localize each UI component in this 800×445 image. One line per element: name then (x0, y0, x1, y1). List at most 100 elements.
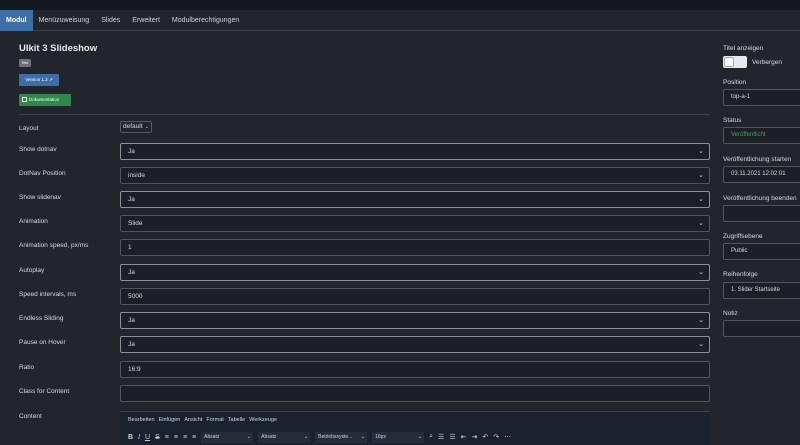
menu-ansicht[interactable]: Ansicht (184, 417, 202, 423)
underline-icon[interactable]: U (145, 434, 150, 441)
menu-werkzeuge[interactable]: Werkzeuge (249, 417, 277, 423)
dotnav-position-value: inside (128, 172, 145, 179)
block-format-dropdown[interactable]: Absatz ⌄ (201, 431, 254, 443)
endless-sliding-select[interactable]: Ja ⌄ (120, 312, 710, 329)
autoplay-value: Ja (128, 269, 135, 276)
indent-icon[interactable]: ⇥ (471, 433, 477, 441)
show-dotnav-value: Ja (128, 148, 135, 155)
tab-modulberechtigungen[interactable]: Modulberechtigungen (166, 10, 245, 31)
access-label: Zugriffsebene (723, 233, 763, 240)
publish-start-label: Veröffentlichung starten (723, 156, 792, 163)
menu-einfuegen[interactable]: Einfügen (159, 417, 181, 423)
module-settings-main: UIkit 3 Slideshow Site Version 1.2 ↗ Dok… (0, 31, 716, 445)
strikethrough-icon[interactable]: S (155, 434, 160, 441)
show-slidenav-select[interactable]: Ja ⌄ (120, 191, 710, 208)
chevron-down-icon: ⌄ (698, 196, 704, 203)
animation-speed-label: Animation speed, px/ms (19, 242, 89, 249)
status-select[interactable]: Veröffentlicht (723, 127, 800, 144)
show-title-toggle[interactable] (723, 56, 747, 68)
tab-erweitert[interactable]: Erweitert (126, 10, 166, 31)
show-slidenav-label: Show slidenav (19, 194, 61, 201)
tab-slides[interactable]: Slides (95, 10, 126, 31)
speed-intervals-label: Speed intervals, ms (19, 291, 77, 298)
documentation-button[interactable]: Dokumentation (19, 94, 71, 106)
chevron-down-icon: ⌄ (303, 433, 309, 440)
paragraph-format-dropdown[interactable]: Absatz ⌄ (258, 431, 311, 443)
layout-label: Layout (19, 125, 39, 132)
autoplay-select[interactable]: Ja ⌄ (120, 264, 710, 281)
show-title-value: Verbergen (752, 59, 782, 66)
show-title-label: Titel anzeigen (723, 45, 764, 52)
outdent-icon[interactable]: ⇤ (461, 433, 467, 441)
chevron-down-icon: ⌄ (698, 317, 704, 324)
search-icon[interactable]: ⌕ (429, 433, 433, 441)
module-tabs: Modul Menüzuweisung Slides Erweitert Mod… (0, 10, 800, 31)
align-left-icon[interactable]: ≡ (165, 434, 169, 441)
chevron-down-icon: ⌄ (698, 220, 704, 227)
animation-select[interactable]: Slide ⌄ (120, 215, 710, 232)
layout-select[interactable]: default ⌄ (120, 121, 152, 133)
animation-label: Animation (19, 218, 48, 225)
tab-modul[interactable]: Modul (0, 10, 33, 31)
align-justify-icon[interactable]: ≡ (192, 434, 196, 441)
ratio-label: Ratio (19, 364, 35, 371)
align-right-icon[interactable]: ≡ (183, 434, 187, 441)
pause-on-hover-select[interactable]: Ja ⌄ (120, 336, 710, 353)
chevron-down-icon: ⌄ (360, 433, 366, 440)
redo-icon[interactable]: ↷ (493, 433, 499, 441)
class-for-content-input[interactable] (120, 385, 710, 402)
status-label: Status (723, 117, 742, 124)
dotnav-position-label: DotNav Position (19, 170, 66, 177)
pause-on-hover-value: Ja (128, 341, 135, 348)
chevron-down-icon: ⌄ (698, 148, 704, 155)
module-sidebar: Titel anzeigen Verbergen Position top-a-… (716, 31, 800, 445)
editor-menubar: Bearbeiten Einfügen Ansicht Format Tabel… (128, 417, 277, 423)
speed-intervals-input[interactable]: 5000 (120, 288, 710, 305)
autoplay-label: Autoplay (19, 267, 45, 274)
font-size-dropdown[interactable]: 16px ⌄ (372, 431, 425, 443)
undo-icon[interactable]: ↶ (482, 433, 488, 441)
chevron-down-icon: ⌄ (698, 172, 704, 179)
version-button[interactable]: Version 1.2 ↗ (19, 74, 59, 86)
menu-tabelle[interactable]: Tabelle (228, 417, 245, 423)
note-label: Notiz (723, 310, 738, 317)
note-input[interactable] (723, 320, 800, 337)
italic-icon[interactable]: I (138, 434, 140, 441)
order-label: Reihenfolge (723, 271, 758, 278)
font-family-value: Betriebssyste... (318, 433, 353, 440)
pause-on-hover-label: Pause on Hover (19, 339, 66, 346)
font-size-value: 16px (375, 433, 386, 440)
ratio-input[interactable]: 16:9 (120, 361, 710, 378)
content-label: Content (19, 413, 42, 420)
access-select[interactable]: Public (723, 243, 800, 260)
dotnav-position-select[interactable]: inside ⌄ (120, 167, 710, 184)
paragraph-format-value: Absatz (261, 433, 277, 440)
more-icon[interactable]: ⋯ (504, 433, 511, 441)
bold-icon[interactable]: B (128, 434, 133, 441)
content-editor[interactable]: Bearbeiten Einfügen Ansicht Format Tabel… (120, 411, 710, 445)
align-center-icon[interactable]: ≡ (174, 434, 178, 441)
publish-start-input[interactable]: 03.11.2021 12:02:01 (723, 166, 800, 183)
show-dotnav-label: Show dotnav (19, 146, 57, 153)
animation-value: Slide (128, 220, 143, 227)
bullet-list-icon[interactable]: ☰ (438, 433, 444, 441)
top-header-bar (0, 0, 800, 10)
numbered-list-icon[interactable]: ☰ (449, 433, 455, 441)
publish-end-input[interactable] (723, 205, 800, 222)
endless-sliding-label: Endless Sliding (19, 315, 64, 322)
font-family-dropdown[interactable]: Betriebssyste... ⌄ (315, 431, 368, 443)
show-slidenav-value: Ja (128, 196, 135, 203)
position-select[interactable]: top-a-1 (723, 89, 800, 106)
animation-speed-input[interactable]: 1 (120, 239, 710, 256)
class-for-content-label: Class for Content (19, 388, 70, 395)
site-badge: Site (19, 59, 31, 67)
menu-format[interactable]: Format (206, 417, 223, 423)
tab-menuzuweisung[interactable]: Menüzuweisung (33, 10, 96, 31)
toggle-knob (724, 57, 734, 67)
show-dotnav-select[interactable]: Ja ⌄ (120, 143, 710, 160)
order-select[interactable]: 1. Slider Startseite (723, 282, 800, 299)
module-title: UIkit 3 Slideshow (19, 43, 98, 54)
divider (19, 114, 710, 115)
menu-bearbeiten[interactable]: Bearbeiten (128, 417, 155, 423)
chevron-down-icon: ⌄ (417, 433, 423, 440)
